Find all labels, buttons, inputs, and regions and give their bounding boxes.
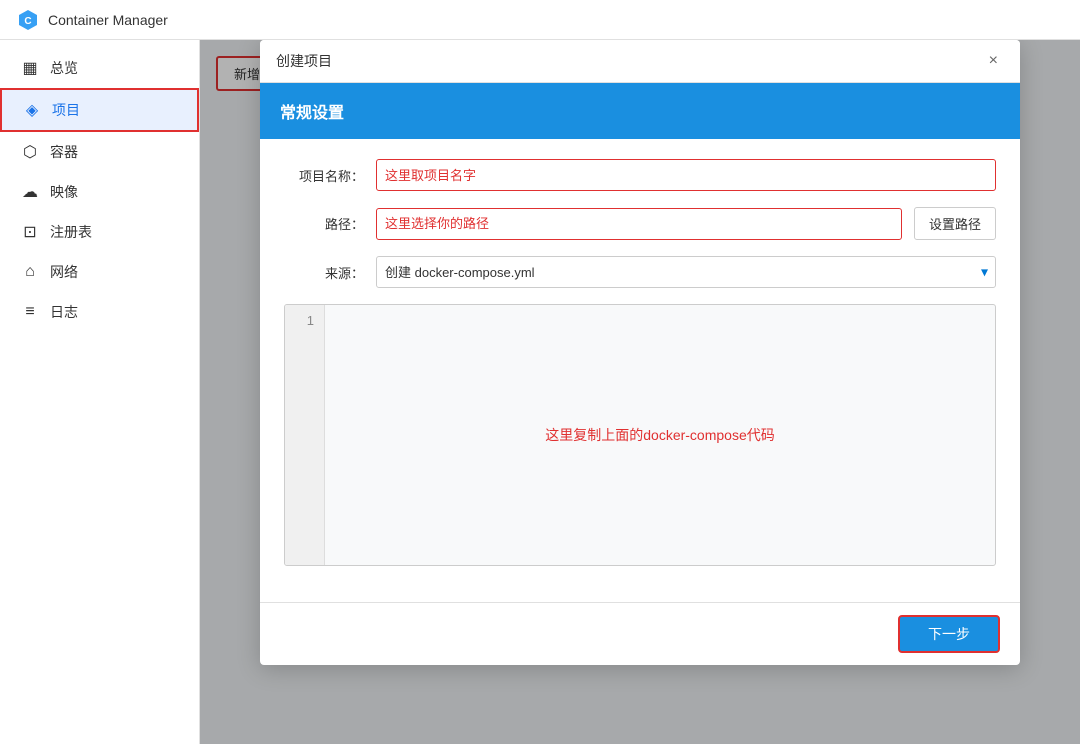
- sidebar-item-registry[interactable]: ⊡ 注册表: [0, 212, 199, 252]
- dialog-close-button[interactable]: ×: [983, 50, 1004, 72]
- sidebar-item-network[interactable]: ⌂ 网络: [0, 252, 199, 292]
- sidebar-item-overview[interactable]: ▦ 总览: [0, 48, 199, 88]
- dialog-footer: 下一步: [260, 602, 1020, 665]
- sidebar-item-network-label: 网络: [50, 262, 78, 282]
- sidebar-item-registry-label: 注册表: [50, 222, 92, 242]
- sidebar-item-image[interactable]: ☁ 映像: [0, 172, 199, 212]
- sidebar-item-project-label: 项目: [52, 100, 80, 120]
- dialog-overlay: 创建项目 × 常规设置 项目名称： 路径：: [200, 40, 1080, 744]
- sidebar-item-log-label: 日志: [50, 302, 78, 322]
- app-icon: C: [16, 8, 40, 32]
- project-name-input[interactable]: [376, 159, 996, 191]
- source-select-wrapper: 创建 docker-compose.yml 从本地文件 从URL ▾: [376, 256, 996, 288]
- overview-icon: ▦: [20, 58, 40, 78]
- sidebar-item-project[interactable]: ◈ 项目: [0, 88, 199, 132]
- code-editor[interactable]: 1 这里复制上面的docker-compose代码: [284, 304, 996, 566]
- source-row: 来源： 创建 docker-compose.yml 从本地文件 从URL ▾: [284, 256, 996, 288]
- source-label: 来源：: [284, 263, 364, 282]
- project-icon: ◈: [22, 100, 42, 120]
- sidebar-item-container[interactable]: ⬡ 容器: [0, 132, 199, 172]
- code-content[interactable]: 这里复制上面的docker-compose代码: [325, 305, 995, 565]
- dialog: 创建项目 × 常规设置 项目名称： 路径：: [260, 40, 1020, 665]
- dialog-body: 项目名称： 路径： 设置路径 来源： 创建 dock: [260, 139, 1020, 602]
- path-input[interactable]: [376, 208, 902, 240]
- sidebar-item-container-label: 容器: [50, 142, 78, 162]
- registry-icon: ⊡: [20, 222, 40, 242]
- path-label: 路径：: [284, 214, 364, 233]
- sidebar-item-log[interactable]: ≡ 日志: [0, 292, 199, 332]
- code-placeholder: 这里复制上面的docker-compose代码: [545, 425, 775, 445]
- next-button[interactable]: 下一步: [898, 615, 1000, 653]
- sidebar: ▦ 总览 ◈ 项目 ⬡ 容器 ☁ 映像 ⊡ 注册表 ⌂ 网络 ≡ 日志: [0, 40, 200, 744]
- app-title: Container Manager: [48, 12, 168, 28]
- code-line-numbers: 1: [285, 305, 325, 565]
- log-icon: ≡: [20, 303, 40, 321]
- title-bar: C Container Manager: [0, 0, 1080, 40]
- content-area: 新增 详情 操作 ▾ 创建项目 × 常规设置: [200, 40, 1080, 744]
- image-icon: ☁: [20, 182, 40, 202]
- dialog-header: 常规设置: [260, 83, 1020, 139]
- main-layout: ▦ 总览 ◈ 项目 ⬡ 容器 ☁ 映像 ⊡ 注册表 ⌂ 网络 ≡ 日志: [0, 40, 1080, 744]
- dialog-header-title: 常规设置: [280, 105, 344, 122]
- dialog-title-bar: 创建项目 ×: [260, 40, 1020, 83]
- network-icon: ⌂: [20, 263, 40, 281]
- container-icon: ⬡: [20, 142, 40, 162]
- sidebar-item-overview-label: 总览: [50, 58, 78, 78]
- svg-text:C: C: [24, 16, 31, 27]
- path-row: 路径： 设置路径: [284, 207, 996, 240]
- dialog-title: 创建项目: [276, 51, 332, 71]
- line-number-1: 1: [295, 313, 314, 328]
- project-name-row: 项目名称：: [284, 159, 996, 191]
- project-name-label: 项目名称：: [284, 166, 364, 185]
- source-select[interactable]: 创建 docker-compose.yml 从本地文件 从URL: [376, 256, 996, 288]
- sidebar-item-image-label: 映像: [50, 182, 78, 202]
- set-path-button[interactable]: 设置路径: [914, 207, 996, 240]
